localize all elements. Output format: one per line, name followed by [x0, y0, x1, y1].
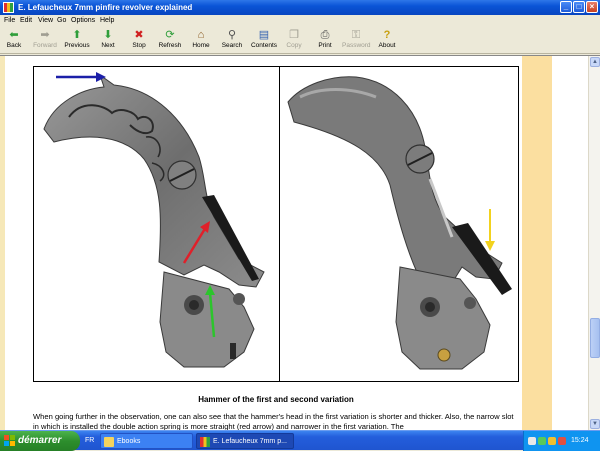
tray-security-icon[interactable]: [558, 437, 566, 445]
hammer-first-variation-photo: [43, 72, 265, 368]
key-icon: ⚿: [351, 29, 361, 41]
refresh-button[interactable]: ⟳ Refresh: [157, 28, 183, 53]
right-decorative-band: [522, 56, 552, 431]
taskbar-item-ebooks[interactable]: Ebooks: [100, 433, 193, 449]
up-arrow-icon: ⬆: [72, 29, 82, 41]
contents-icon: ▤: [258, 29, 270, 41]
search-button[interactable]: ⚲ Search: [221, 28, 243, 53]
menu-view[interactable]: View: [38, 15, 53, 26]
search-icon: ⚲: [227, 29, 237, 41]
copy-icon: ❐: [289, 29, 299, 41]
hammer-photo-frame: [33, 66, 519, 382]
about-button[interactable]: ? About: [378, 28, 396, 53]
next-label: Next: [101, 42, 115, 49]
scroll-down-button[interactable]: ▼: [590, 419, 600, 429]
browser-window: E. Lefaucheux 7mm pinfire revolver expla…: [0, 0, 600, 451]
back-button[interactable]: ⬅ Back: [3, 28, 25, 53]
tray-volume-icon[interactable]: [548, 437, 556, 445]
scroll-up-button[interactable]: ▲: [590, 57, 600, 67]
task-label: E. Lefaucheux 7mm p...: [213, 438, 287, 445]
windows-logo-icon: [4, 435, 15, 446]
contents-label: Contents: [250, 42, 278, 49]
menu-file[interactable]: File: [4, 15, 15, 26]
clock: 15:24: [571, 437, 589, 444]
start-button[interactable]: démarrer: [0, 431, 80, 451]
title-bar[interactable]: E. Lefaucheux 7mm pinfire revolver expla…: [0, 0, 600, 15]
vertical-scrollbar[interactable]: ▲ ▼: [588, 56, 600, 431]
menu-help[interactable]: Help: [100, 15, 114, 26]
menu-edit[interactable]: Edit: [20, 15, 32, 26]
taskbar: démarrer FR Ebooks E. Lefaucheux 7mm p..…: [0, 430, 600, 451]
forward-arrow-icon: ➡: [40, 29, 50, 41]
window-title: E. Lefaucheux 7mm pinfire revolver expla…: [18, 3, 193, 12]
toolbar: ⬅ Back ➡ Forward ⬆ Previous ⬇ Next ✖ Sto…: [0, 27, 600, 54]
book-icon: [200, 437, 210, 447]
menu-bar: File Edit View Go Options Help: [0, 15, 600, 26]
about-label: About: [378, 42, 396, 49]
app-icon: [3, 2, 14, 13]
stop-button[interactable]: ✖ Stop: [130, 28, 148, 53]
home-icon: ⌂: [197, 29, 205, 41]
home-label: Home: [192, 42, 210, 49]
print-label: Print: [318, 42, 332, 49]
start-label: démarrer: [18, 435, 62, 446]
maximize-button[interactable]: □: [573, 1, 585, 13]
system-tray: 15:24: [523, 431, 600, 451]
hammer-second-variation-photo: [287, 76, 512, 370]
search-label: Search: [221, 42, 243, 49]
home-button[interactable]: ⌂ Home: [191, 28, 211, 53]
folder-icon: [104, 437, 114, 447]
password-button[interactable]: ⚿ Password: [342, 28, 371, 53]
copy-label: Copy: [286, 42, 302, 49]
stop-label: Stop: [132, 42, 146, 49]
page-content: Hammer of the first and second variation…: [0, 55, 600, 431]
back-label: Back: [6, 42, 22, 49]
previous-button[interactable]: ⬆ Previous: [63, 28, 91, 53]
previous-label: Previous: [64, 42, 90, 49]
copy-button[interactable]: ❐ Copy: [286, 28, 302, 53]
menu-go[interactable]: Go: [57, 15, 66, 26]
language-indicator[interactable]: FR: [85, 431, 94, 451]
left-border-strip: [0, 56, 5, 431]
forward-label: Forward: [33, 42, 57, 49]
task-label: Ebooks: [117, 438, 141, 445]
article-paragraph: When going further in the observation, o…: [33, 412, 514, 431]
scroll-thumb[interactable]: [590, 318, 600, 358]
taskbar-item-ebook-reader[interactable]: E. Lefaucheux 7mm p...: [196, 433, 294, 449]
down-arrow-icon: ⬇: [103, 29, 113, 41]
refresh-label: Refresh: [158, 42, 182, 49]
back-arrow-icon: ⬅: [9, 29, 19, 41]
tray-app-icon[interactable]: [528, 437, 536, 445]
print-icon: ⎙: [320, 29, 330, 41]
print-button[interactable]: ⎙ Print: [317, 28, 333, 53]
password-label: Password: [342, 42, 371, 49]
right-margin: [552, 56, 588, 431]
forward-button[interactable]: ➡ Forward: [31, 28, 59, 53]
contents-button[interactable]: ▤ Contents: [250, 28, 278, 53]
stop-icon: ✖: [134, 29, 144, 41]
menu-options[interactable]: Options: [71, 15, 95, 26]
refresh-icon: ⟳: [165, 29, 175, 41]
close-button[interactable]: ×: [586, 1, 598, 13]
tray-network-icon[interactable]: [538, 437, 546, 445]
help-icon: ?: [383, 29, 391, 41]
figure-caption: Hammer of the first and second variation: [198, 395, 354, 404]
minimize-button[interactable]: _: [560, 1, 572, 13]
next-button[interactable]: ⬇ Next: [98, 28, 118, 53]
